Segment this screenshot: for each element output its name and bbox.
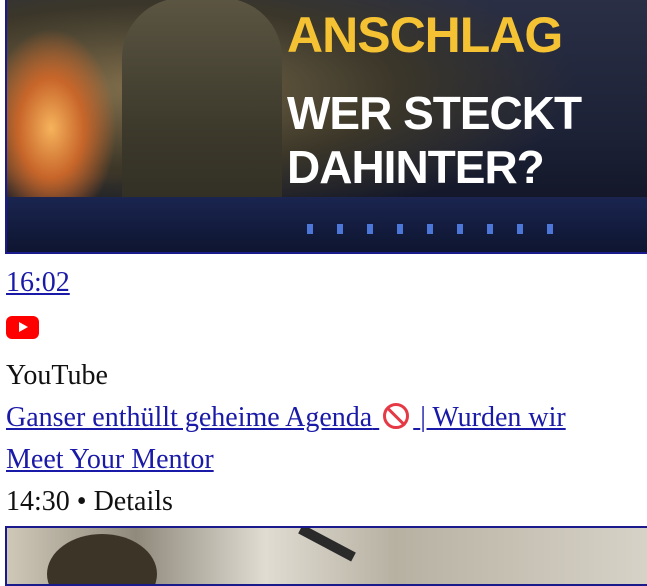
next-video-thumbnail[interactable] [5,526,647,586]
video-thumbnail[interactable]: ANSCHLAG WER STECKT DAHINTER? [5,0,647,254]
video-meta: 14:30 • Details [6,486,173,517]
weapon-barrel [298,528,356,562]
video-title-part2: | Wurden wir [420,402,566,433]
video-duration-link[interactable]: 16:02 [6,267,70,299]
thumbnail-headline-line1: ANSCHLAG [287,7,563,63]
prohibited-icon [383,403,410,429]
youtube-icon [6,316,39,339]
thumbnail-headline-line2: WER STECKT [287,87,582,139]
thumbnail-headline-line3: DAHINTER? [287,141,545,193]
channel-link[interactable]: Meet Your Mentor [6,444,214,476]
police-lights [307,224,567,234]
video-title-link[interactable]: Ganser enthüllt geheime Agenda | Wurden … [6,402,566,434]
video-source: YouTube [6,360,108,391]
video-title-part1: Ganser enthüllt geheime Agenda [6,402,373,433]
person-figure [47,534,157,584]
